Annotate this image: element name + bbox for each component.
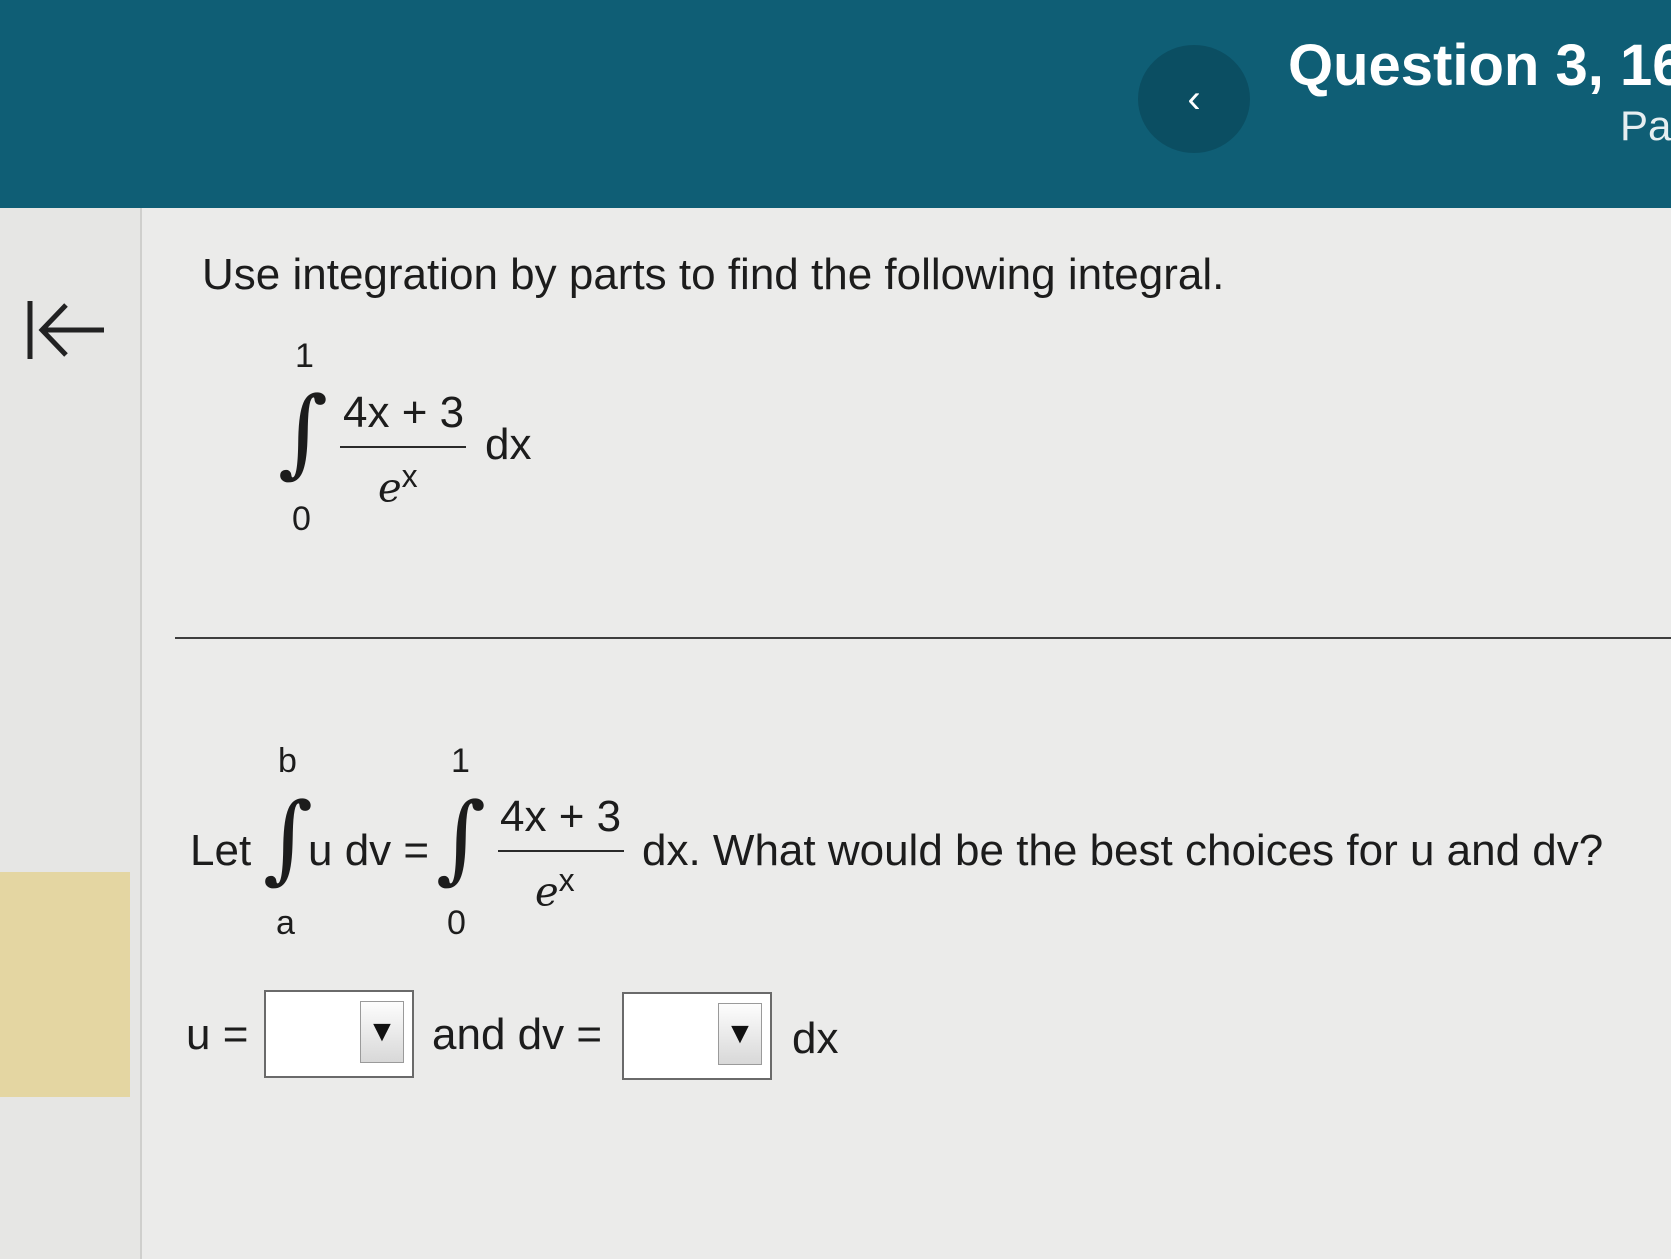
question-title: Question 3, 16 — [1288, 33, 1671, 98]
lhs-integrand: u dv = — [308, 826, 430, 875]
lhs-upper-limit: b — [278, 742, 297, 780]
current-question-highlight — [0, 872, 130, 1097]
integral-sign: ∫ — [278, 376, 329, 488]
rhs-fraction-bar — [498, 850, 624, 852]
rhs-upper-limit: 1 — [451, 742, 470, 780]
rhs-lower-limit: 0 — [447, 904, 466, 942]
sidebar — [0, 208, 142, 1259]
question-subtitle: Pa — [1620, 102, 1671, 149]
rhs-integral-sign: ∫ — [436, 782, 487, 894]
u-label: u = — [186, 1010, 249, 1059]
chevron-left-icon: ‹ — [1187, 76, 1201, 121]
previous-question-button[interactable]: ‹ — [1138, 45, 1250, 153]
dx-label: dx — [792, 1014, 839, 1063]
and-dv-label: and dv = — [432, 1010, 603, 1059]
collapse-left-icon[interactable] — [24, 295, 108, 365]
integral-lower-limit: 0 — [292, 500, 311, 538]
dropdown-arrow-icon: ▼ — [360, 1001, 404, 1063]
lhs-integral-sign: ∫ — [263, 782, 314, 894]
integral-differential: dx — [485, 420, 532, 469]
fraction-bar — [340, 446, 466, 448]
dropdown-arrow-icon: ▼ — [718, 1003, 762, 1065]
rhs-denominator: ex — [535, 862, 575, 916]
section-divider — [175, 637, 1671, 639]
integral-upper-limit: 1 — [295, 337, 314, 375]
top-bar: ‹ Question 3, 16 Pa — [0, 0, 1671, 208]
integrand-numerator: 4x + 3 — [343, 388, 465, 437]
rhs-numerator: 4x + 3 — [500, 792, 622, 841]
lhs-lower-limit: a — [276, 904, 295, 942]
dv-dropdown[interactable]: ▼ — [622, 992, 772, 1080]
question-panel — [142, 208, 1671, 1259]
u-dropdown[interactable]: ▼ — [264, 990, 414, 1078]
question-text: dx. What would be the best choices for u… — [642, 826, 1604, 875]
let-label: Let — [190, 826, 252, 875]
problem-prompt: Use integration by parts to find the fol… — [202, 250, 1225, 299]
integrand-denominator: ex — [378, 458, 418, 512]
